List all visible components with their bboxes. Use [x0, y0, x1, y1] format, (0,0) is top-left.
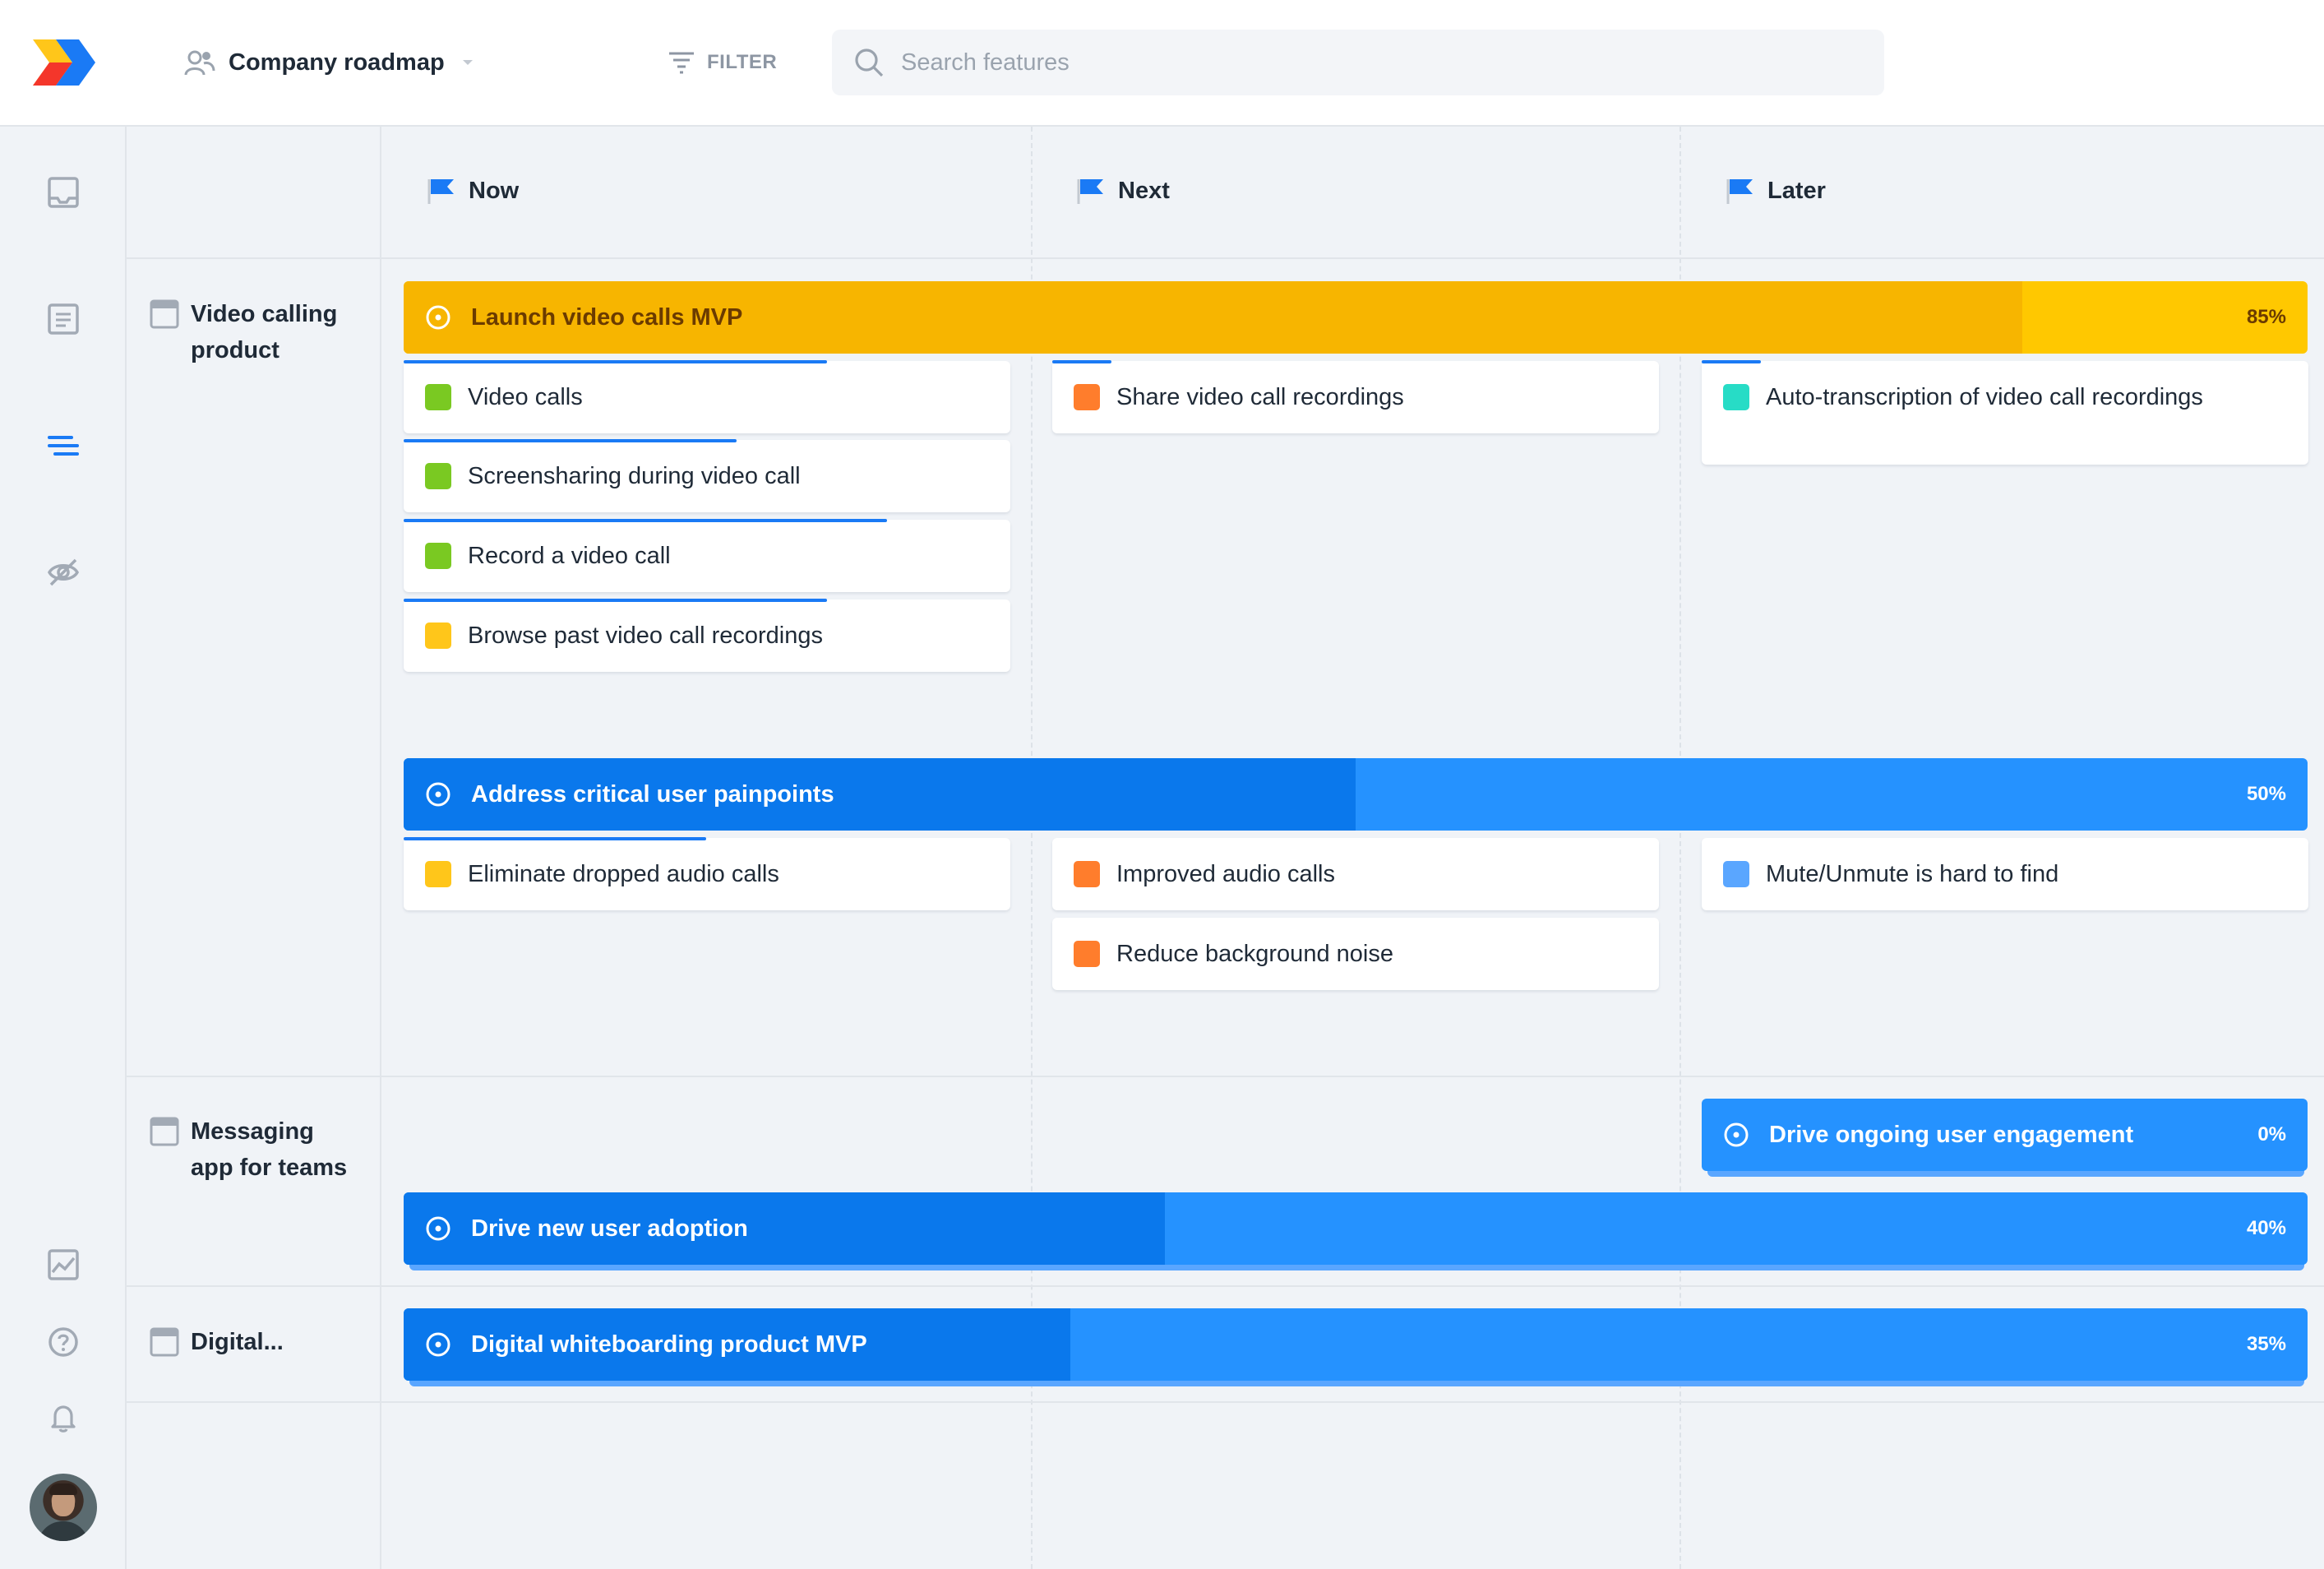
top-bar: Company roadmap FILTER: [127, 0, 2324, 127]
status-square: [425, 543, 451, 569]
initiative-percent: 0%: [2257, 1123, 2286, 1146]
initiative-bar[interactable]: Address critical user painpoints 50%: [404, 758, 2308, 831]
product-icon: [150, 299, 179, 329]
status-square: [425, 861, 451, 887]
feature-card[interactable]: Video calls: [404, 360, 1010, 433]
feature-card[interactable]: Browse past video call recordings: [404, 599, 1010, 672]
product-icon: [150, 1327, 179, 1357]
insights-icon[interactable]: [42, 1243, 85, 1286]
feature-label: Reduce background noise: [1116, 941, 1393, 967]
initiative-bar[interactable]: Digital whiteboarding product MVP 35%: [404, 1308, 2308, 1381]
feature-label: Browse past video call recordings: [468, 623, 823, 649]
initiative-percent: 85%: [2246, 306, 2286, 328]
filter-label: FILTER: [707, 51, 778, 73]
feature-card[interactable]: Improved audio calls: [1052, 838, 1659, 910]
app-logo[interactable]: [33, 39, 97, 86]
row-divider: [127, 257, 2324, 259]
feature-label: Video calls: [468, 384, 583, 410]
initiative-title: Launch video calls MVP: [471, 304, 743, 331]
product-label-video-calling[interactable]: Video calling product: [150, 296, 337, 368]
status-square: [425, 463, 451, 489]
feature-card[interactable]: Auto-transcription of video call recordi…: [1702, 360, 2308, 465]
search-input[interactable]: [899, 48, 1848, 77]
filter-icon: [669, 52, 694, 74]
notes-icon[interactable]: [42, 298, 85, 340]
column-header-now: Now: [426, 173, 519, 209]
column-title: Now: [469, 177, 520, 204]
feature-label: Improved audio calls: [1116, 861, 1335, 887]
feature-progress: [1052, 360, 1111, 363]
initiative-title: Digital whiteboarding product MVP: [471, 1331, 867, 1358]
target-icon: [1724, 1122, 1749, 1147]
initiative-percent: 40%: [2246, 1217, 2286, 1239]
feature-label: Auto-transcription of video call recordi…: [1766, 384, 2203, 410]
feature-label: Screensharing during video call: [468, 463, 801, 489]
flag-icon: [1077, 179, 1103, 204]
row-divider: [127, 1076, 2324, 1077]
initiative-percent: 50%: [2246, 783, 2286, 805]
product-label-messaging[interactable]: Messaging app for teams: [150, 1113, 347, 1186]
users-icon: [184, 50, 215, 76]
roadmap-selector[interactable]: Company roadmap: [184, 41, 474, 84]
feature-label: Record a video call: [468, 543, 671, 569]
row-divider: [127, 1285, 2324, 1287]
row-divider: [127, 1401, 2324, 1403]
flag-icon: [1726, 179, 1753, 204]
status-square: [1074, 861, 1100, 887]
product-name: Digital...: [191, 1329, 284, 1355]
status-square: [1723, 384, 1749, 410]
status-square: [1723, 861, 1749, 887]
hidden-icon[interactable]: [42, 551, 85, 594]
feature-card[interactable]: Eliminate dropped audio calls: [404, 837, 1010, 910]
initiative-title: Drive new user adoption: [471, 1215, 748, 1242]
feature-card[interactable]: Mute/Unmute is hard to find: [1702, 838, 2308, 910]
roadmap-title: Company roadmap: [229, 49, 445, 76]
initiative-bar[interactable]: Launch video calls MVP 85%: [404, 281, 2308, 354]
status-square: [425, 623, 451, 649]
product-name: Video calling: [191, 301, 338, 327]
filter-button[interactable]: FILTER: [668, 41, 777, 84]
product-icon: [150, 1117, 179, 1146]
search-icon: [855, 49, 884, 77]
status-square: [1074, 384, 1100, 410]
roadmap-icon[interactable]: [42, 424, 85, 467]
feature-card[interactable]: Share video call recordings: [1052, 360, 1659, 433]
target-icon: [426, 782, 450, 807]
left-sidebar: [0, 0, 127, 1569]
search-box[interactable]: [832, 30, 1884, 95]
feature-card[interactable]: Screensharing during video call: [404, 439, 1010, 512]
inbox-icon[interactable]: [42, 171, 85, 214]
feature-card[interactable]: Record a video call: [404, 519, 1010, 592]
help-icon[interactable]: [42, 1321, 85, 1363]
initiative-title: Drive ongoing user engagement: [1769, 1122, 2134, 1148]
feature-card[interactable]: Reduce background noise: [1052, 918, 1659, 990]
initiative-bar[interactable]: Drive new user adoption 40%: [404, 1192, 2308, 1265]
column-title: Later: [1767, 177, 1826, 204]
product-name: Messaging: [191, 1118, 314, 1145]
feature-progress: [1702, 360, 1761, 363]
initiative-bar[interactable]: Drive ongoing user engagement 0%: [1702, 1099, 2308, 1171]
column-title: Next: [1118, 177, 1170, 204]
status-square: [425, 384, 451, 410]
product-name: product: [191, 337, 280, 363]
initiative-percent: 35%: [2246, 1333, 2286, 1355]
logo-cell: [0, 0, 127, 127]
feature-label: Share video call recordings: [1116, 384, 1404, 410]
bell-icon[interactable]: [42, 1396, 85, 1439]
flag-icon: [427, 179, 454, 204]
status-square: [1074, 941, 1100, 967]
target-icon: [426, 1332, 450, 1357]
product-name: app for teams: [191, 1155, 348, 1181]
chevron-down-icon: [462, 60, 473, 65]
initiative-title: Address critical user painpoints: [471, 781, 834, 808]
target-icon: [426, 1216, 450, 1241]
product-label-digital[interactable]: Digital...: [150, 1324, 284, 1360]
avatar[interactable]: [30, 1474, 97, 1541]
feature-label: Eliminate dropped audio calls: [468, 861, 779, 887]
target-icon: [426, 305, 450, 330]
product-column-divider: [380, 127, 381, 1569]
column-header-next: Next: [1075, 173, 1170, 209]
feature-label: Mute/Unmute is hard to find: [1766, 861, 2059, 887]
column-header-later: Later: [1725, 173, 1826, 209]
